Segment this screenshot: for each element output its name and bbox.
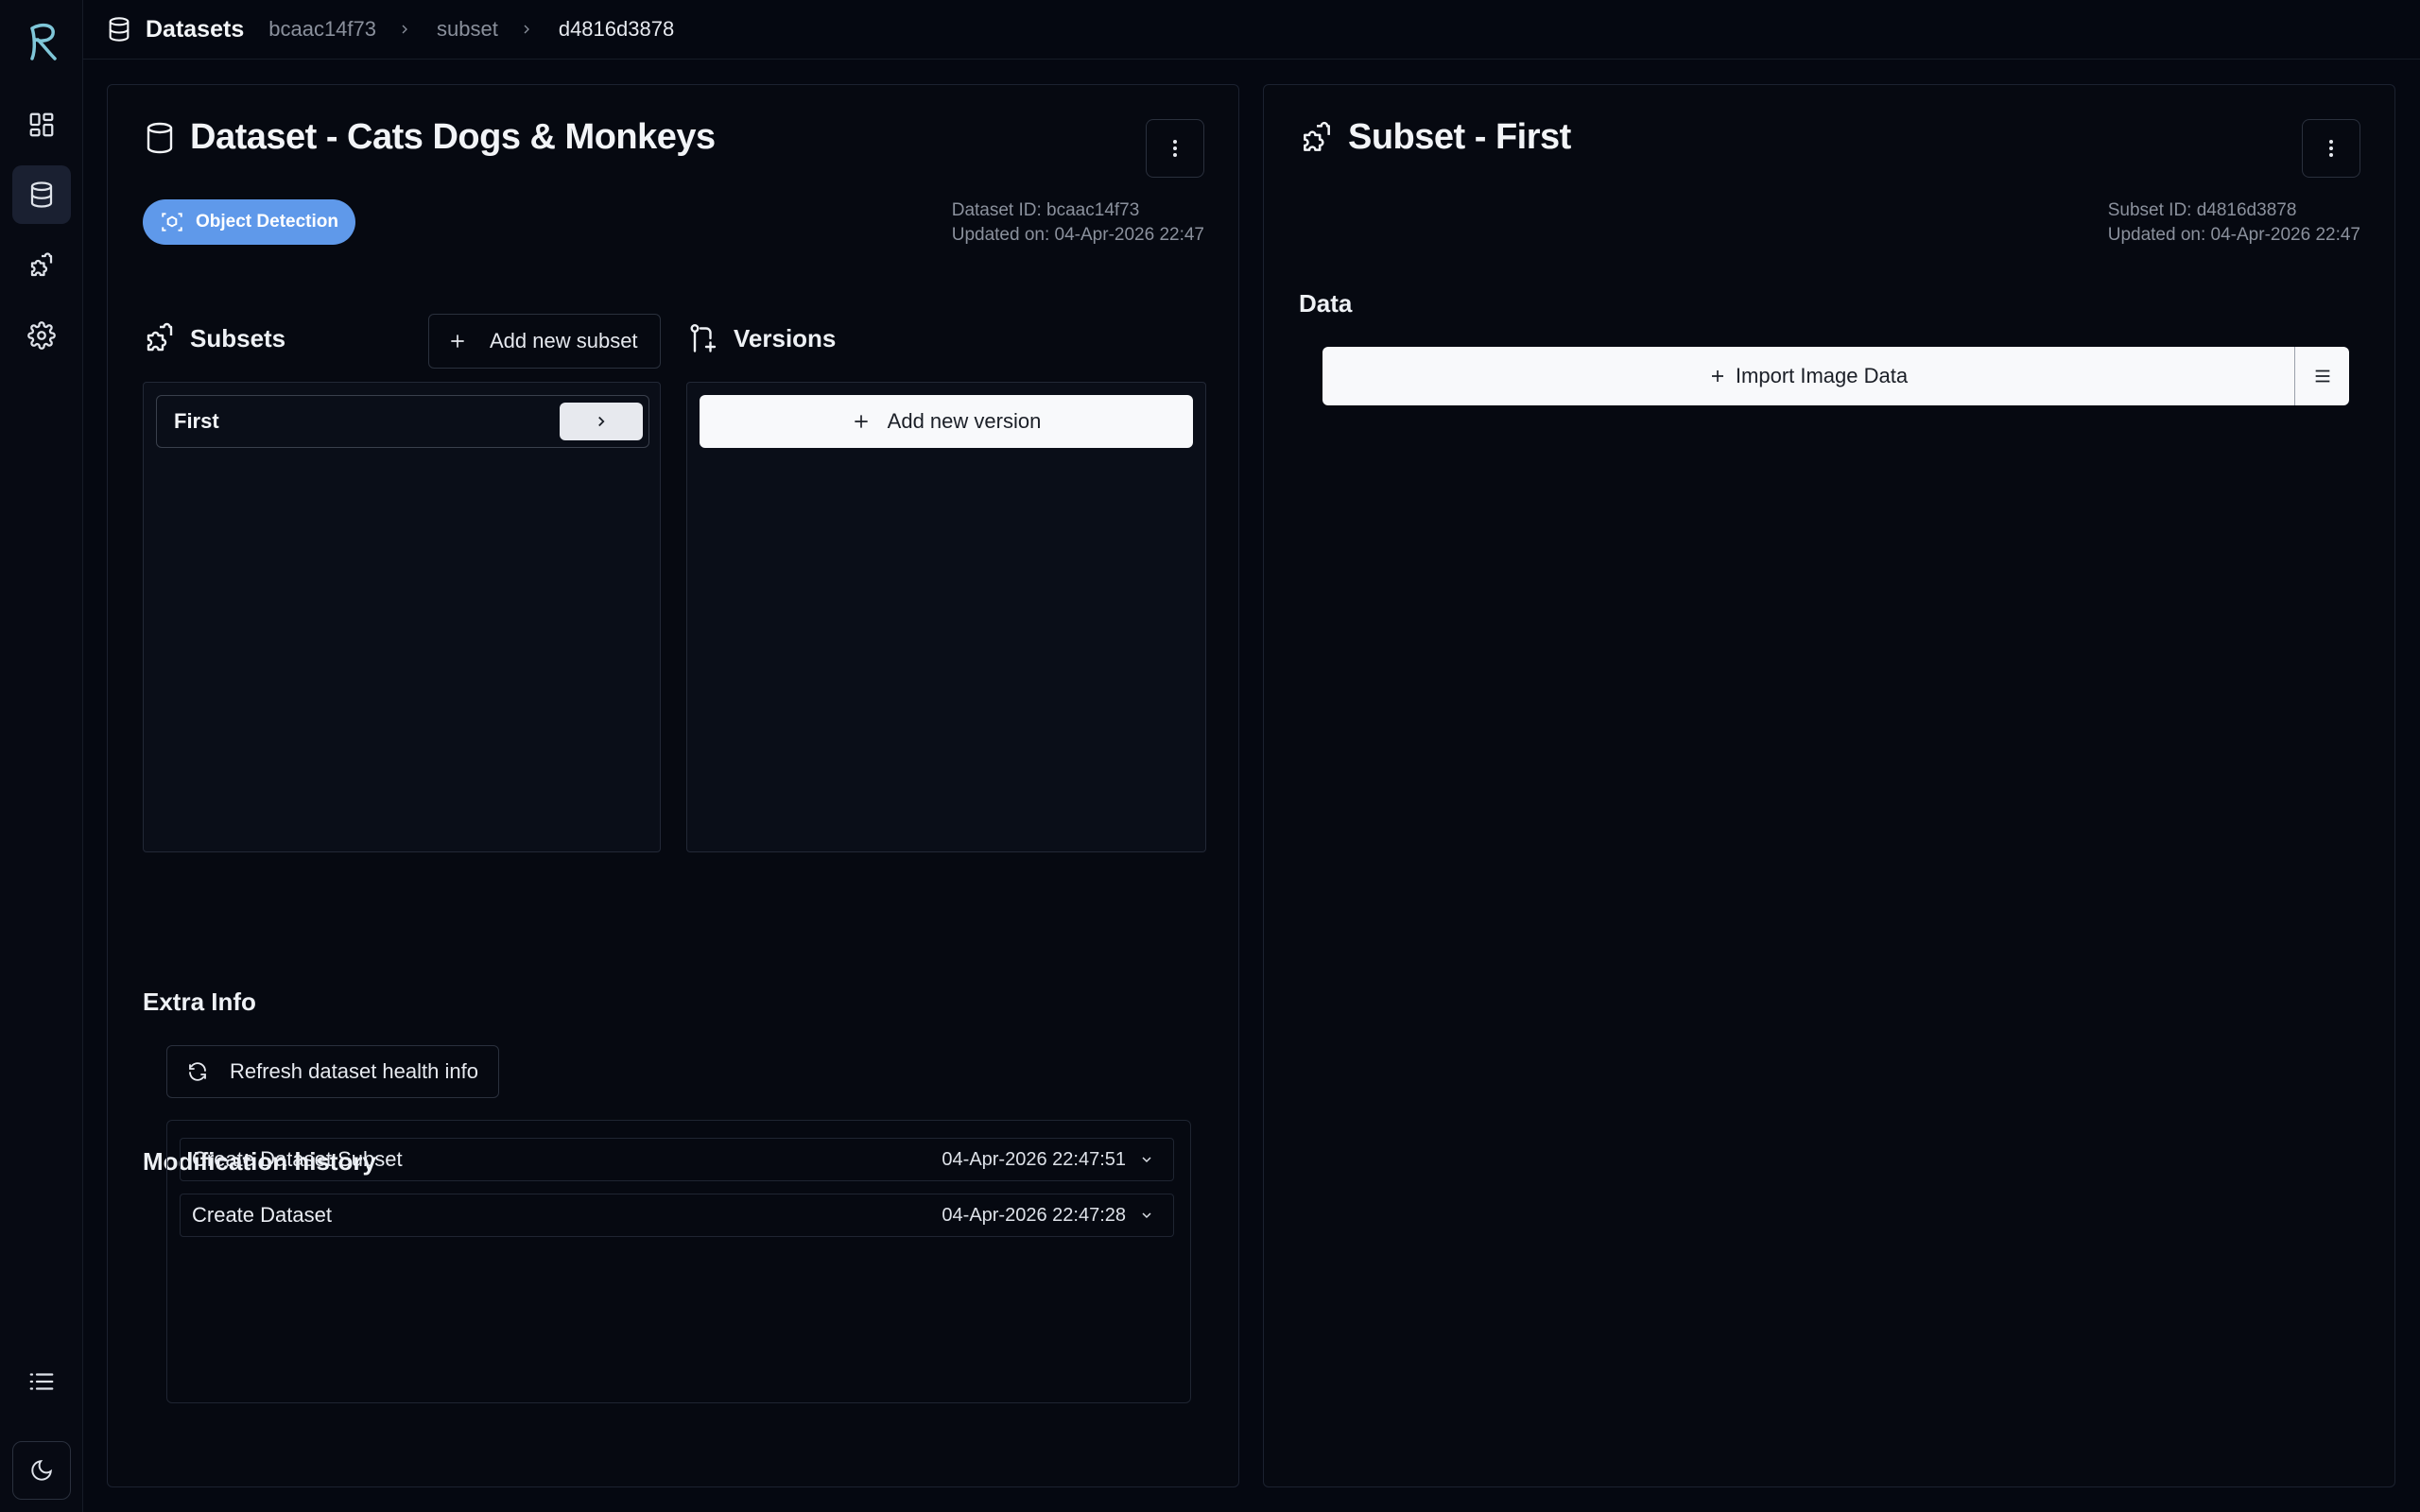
database-icon — [27, 180, 56, 209]
data-heading: Data — [1299, 289, 1353, 318]
dashboard-icon — [27, 111, 56, 139]
add-version-button[interactable]: Add new version — [700, 395, 1193, 448]
add-version-label: Add new version — [887, 409, 1042, 433]
more-vertical-icon — [1171, 138, 1179, 159]
add-subset-label: Add new subset — [490, 329, 638, 352]
extra-info-heading: Extra Info — [143, 988, 256, 1016]
task-type-badge: Object Detection — [143, 199, 355, 245]
import-image-data-button[interactable]: Import Image Data — [1322, 347, 2294, 405]
subset-panel: Subset - First Subset ID: d4816d3878 Upd… — [1263, 84, 2395, 1487]
history-row[interactable]: Create Dataset Subset 04-Apr-2026 22:47:… — [180, 1138, 1174, 1181]
refresh-health-button[interactable]: Refresh dataset health info — [166, 1045, 499, 1098]
subset-meta: Subset ID: d4816d3878 Updated on: 04-Apr… — [2108, 198, 2360, 248]
history-time: 04-Apr-2026 22:47:28 — [942, 1204, 1126, 1226]
subset-list-item[interactable]: First — [156, 395, 649, 448]
task-type-label: Object Detection — [196, 212, 338, 232]
dataset-title-row: Dataset - Cats Dogs & Monkeys — [143, 117, 716, 158]
subset-title-row: Subset - First — [1299, 117, 1571, 158]
sidebar-item-dashboard[interactable] — [12, 95, 71, 154]
sidebar-item-settings[interactable] — [12, 306, 71, 365]
sidebar-item-tasks[interactable] — [12, 1352, 71, 1411]
subsets-heading-label: Subsets — [190, 323, 286, 352]
sidebar-item-subsets[interactable] — [12, 236, 71, 295]
dataset-panel: Dataset - Cats Dogs & Monkeys Dataset ID… — [107, 84, 1239, 1487]
dataset-updated-text: Updated on: 04-Apr-2026 22:47 — [951, 225, 1204, 245]
subsets-list: First — [143, 382, 661, 852]
versions-heading-label: Versions — [734, 323, 837, 352]
breadcrumb: Datasets bcaac14f73 subset d4816d3878 — [83, 0, 2420, 60]
breadcrumb-subset-id: d4816d3878 — [558, 17, 675, 41]
git-branch-icon — [686, 321, 720, 355]
list-icon — [27, 1367, 56, 1396]
puzzle-icon — [143, 321, 177, 355]
menu-icon — [2312, 366, 2333, 387]
subsets-heading: Subsets — [143, 321, 285, 355]
dataset-meta: Dataset ID: bcaac14f73 Updated on: 04-Ap… — [952, 198, 1204, 248]
history-time: 04-Apr-2026 22:47:51 — [942, 1148, 1126, 1170]
chevron-right-icon — [397, 22, 412, 37]
open-subset-button[interactable] — [560, 403, 643, 440]
chevron-down-icon — [1139, 1208, 1154, 1223]
history-list: Create Dataset Subset 04-Apr-2026 22:47:… — [166, 1120, 1191, 1403]
plus-icon — [852, 412, 871, 431]
dataset-title: Dataset - Cats Dogs & Monkeys — [190, 117, 716, 157]
object-detection-icon — [160, 210, 184, 234]
breadcrumb-root-label: Datasets — [146, 15, 245, 43]
history-action: Create Dataset Subset — [192, 1147, 403, 1171]
import-bar: Import Image Data — [1322, 347, 2349, 405]
chevron-down-icon — [1139, 1152, 1154, 1167]
breadcrumb-datasets[interactable]: Datasets — [106, 16, 244, 43]
dataset-id-text: Dataset ID: bcaac14f73 — [951, 200, 1140, 220]
subset-more-button[interactable] — [2302, 119, 2360, 178]
breadcrumb-section[interactable]: subset — [437, 17, 498, 42]
plus-icon — [1709, 368, 1726, 385]
puzzle-icon — [1299, 120, 1335, 156]
theme-toggle-button[interactable] — [12, 1441, 71, 1500]
subset-title: Subset - First — [1348, 117, 1571, 157]
breadcrumb-dataset-id[interactable]: bcaac14f73 — [268, 17, 376, 42]
r-logo-icon[interactable] — [23, 21, 60, 62]
gear-icon — [27, 321, 56, 350]
subset-name: First — [174, 409, 219, 433]
add-subset-button[interactable]: Add new subset — [428, 314, 661, 369]
refresh-health-label: Refresh dataset health info — [230, 1059, 478, 1083]
subset-updated-text: Updated on: 04-Apr-2026 22:47 — [2107, 225, 2360, 245]
sidebar-item-datasets[interactable] — [12, 165, 71, 224]
refresh-icon — [186, 1060, 209, 1083]
dataset-more-button[interactable] — [1146, 119, 1204, 178]
subset-id-text: Subset ID: d4816d3878 — [2107, 200, 2297, 220]
database-icon — [143, 121, 177, 155]
database-icon — [106, 16, 132, 43]
import-image-data-label: Import Image Data — [1735, 364, 1909, 387]
history-row[interactable]: Create Dataset 04-Apr-2026 22:47:28 — [180, 1194, 1174, 1237]
more-vertical-icon — [2327, 138, 2335, 159]
plus-icon — [448, 332, 467, 351]
chevron-right-icon — [519, 22, 534, 37]
versions-heading: Versions — [686, 321, 836, 355]
versions-list: Add new version — [686, 382, 1206, 852]
import-options-button[interactable] — [2294, 347, 2349, 405]
sidebar — [0, 0, 83, 1512]
history-action: Create Dataset — [192, 1203, 332, 1227]
chevron-right-icon — [593, 413, 610, 430]
puzzle-icon — [27, 251, 56, 280]
moon-icon — [29, 1458, 54, 1483]
